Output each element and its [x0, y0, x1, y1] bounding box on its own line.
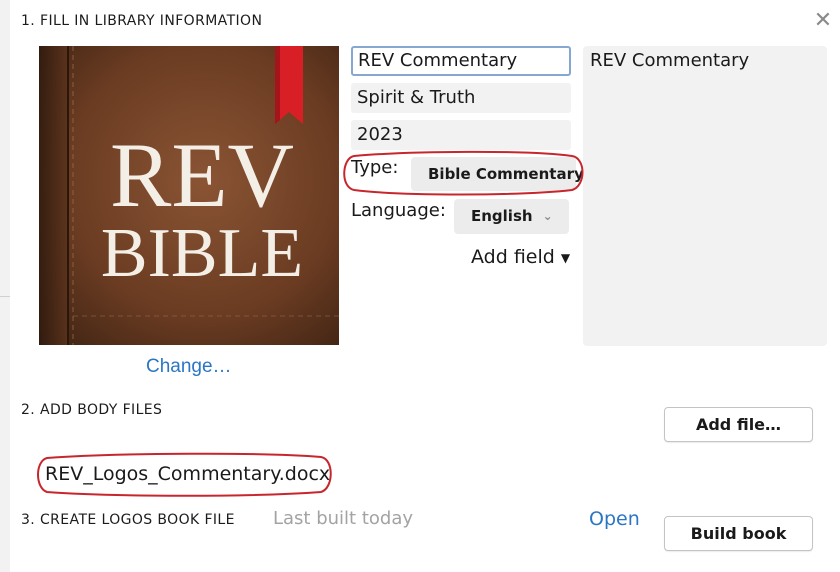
- type-annotation-circle: [343, 150, 584, 196]
- add-file-button[interactable]: Add file…: [664, 407, 813, 442]
- preview-text: REV Commentary: [590, 50, 750, 71]
- language-value: English: [471, 207, 533, 225]
- left-edge-divider: [0, 296, 10, 297]
- add-field-button[interactable]: Add field ▼: [471, 246, 570, 268]
- chevron-down-icon: ⌄: [542, 209, 553, 223]
- build-status: Last built today: [273, 508, 414, 529]
- file-annotation-circle: [37, 452, 332, 497]
- metadata-preview: REV Commentary: [583, 46, 827, 346]
- language-label: Language:: [351, 200, 446, 221]
- build-book-button[interactable]: Build book: [664, 516, 813, 551]
- close-button[interactable]: ✕: [812, 8, 834, 32]
- author-field[interactable]: Spirit & Truth: [351, 83, 571, 113]
- caret-down-icon: ▼: [560, 250, 571, 265]
- title-field[interactable]: REV Commentary: [351, 46, 571, 76]
- left-edge-panel: [0, 0, 10, 572]
- section-heading-create-book: 3. CREATE LOGOS BOOK FILE: [21, 512, 235, 528]
- book-cover-art: REV BIBLE: [39, 46, 339, 345]
- add-field-label: Add field: [471, 246, 555, 268]
- change-cover-link[interactable]: Change…: [146, 356, 232, 378]
- close-icon: ✕: [813, 7, 833, 32]
- book-cover: REV BIBLE: [39, 46, 339, 345]
- language-select[interactable]: English ⌄: [454, 199, 569, 234]
- open-book-link[interactable]: Open: [589, 508, 640, 530]
- section-heading-library-info: 1. FILL IN LIBRARY INFORMATION: [21, 13, 263, 29]
- section-heading-body-files: 2. ADD BODY FILES: [21, 402, 163, 418]
- cover-title-line1: REV: [110, 124, 294, 226]
- cover-title-line2: BIBLE: [101, 215, 303, 292]
- year-field[interactable]: 2023: [351, 120, 571, 150]
